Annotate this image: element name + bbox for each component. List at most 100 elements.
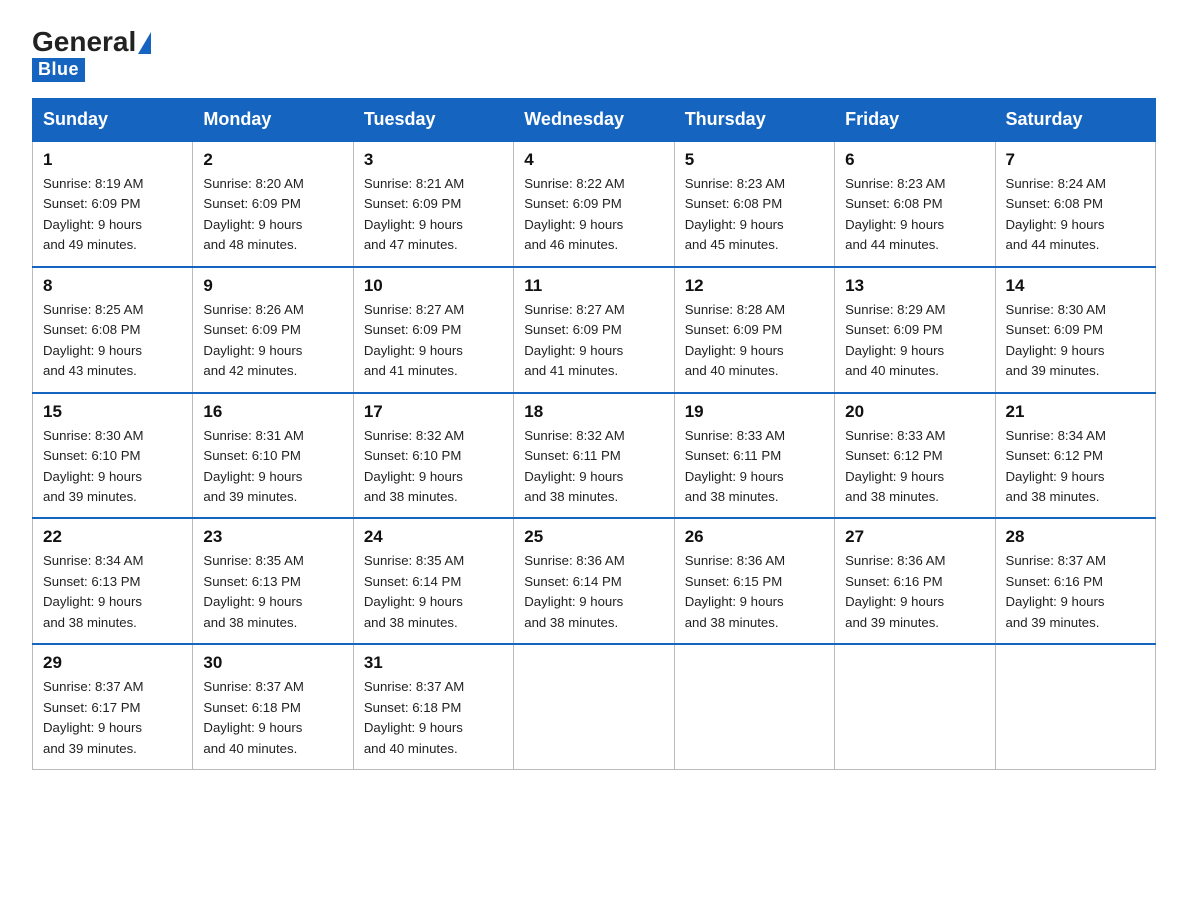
day-number: 30	[203, 653, 342, 673]
day-number: 11	[524, 276, 663, 296]
calendar-table: SundayMondayTuesdayWednesdayThursdayFrid…	[32, 98, 1156, 770]
day-number: 12	[685, 276, 824, 296]
day-info: Sunrise: 8:30 AMSunset: 6:09 PMDaylight:…	[1006, 302, 1106, 378]
day-cell-2: 2 Sunrise: 8:20 AMSunset: 6:09 PMDayligh…	[193, 141, 353, 267]
header-monday: Monday	[193, 99, 353, 142]
day-cell-27: 27 Sunrise: 8:36 AMSunset: 6:16 PMDaylig…	[835, 518, 995, 644]
day-number: 17	[364, 402, 503, 422]
logo-text-general: General	[32, 28, 136, 56]
empty-cell	[674, 644, 834, 769]
day-cell-24: 24 Sunrise: 8:35 AMSunset: 6:14 PMDaylig…	[353, 518, 513, 644]
day-info: Sunrise: 8:35 AMSunset: 6:13 PMDaylight:…	[203, 553, 303, 629]
day-cell-12: 12 Sunrise: 8:28 AMSunset: 6:09 PMDaylig…	[674, 267, 834, 393]
day-number: 18	[524, 402, 663, 422]
week-row-5: 29 Sunrise: 8:37 AMSunset: 6:17 PMDaylig…	[33, 644, 1156, 769]
day-cell-4: 4 Sunrise: 8:22 AMSunset: 6:09 PMDayligh…	[514, 141, 674, 267]
day-number: 22	[43, 527, 182, 547]
empty-cell	[835, 644, 995, 769]
week-row-3: 15 Sunrise: 8:30 AMSunset: 6:10 PMDaylig…	[33, 393, 1156, 519]
day-info: Sunrise: 8:20 AMSunset: 6:09 PMDaylight:…	[203, 176, 303, 252]
day-info: Sunrise: 8:37 AMSunset: 6:18 PMDaylight:…	[364, 679, 464, 755]
header-saturday: Saturday	[995, 99, 1155, 142]
week-row-2: 8 Sunrise: 8:25 AMSunset: 6:08 PMDayligh…	[33, 267, 1156, 393]
day-cell-23: 23 Sunrise: 8:35 AMSunset: 6:13 PMDaylig…	[193, 518, 353, 644]
day-info: Sunrise: 8:36 AMSunset: 6:16 PMDaylight:…	[845, 553, 945, 629]
day-number: 6	[845, 150, 984, 170]
day-cell-9: 9 Sunrise: 8:26 AMSunset: 6:09 PMDayligh…	[193, 267, 353, 393]
day-cell-16: 16 Sunrise: 8:31 AMSunset: 6:10 PMDaylig…	[193, 393, 353, 519]
day-cell-11: 11 Sunrise: 8:27 AMSunset: 6:09 PMDaylig…	[514, 267, 674, 393]
day-number: 29	[43, 653, 182, 673]
logo-icon: General	[32, 28, 151, 56]
day-info: Sunrise: 8:21 AMSunset: 6:09 PMDaylight:…	[364, 176, 464, 252]
day-number: 27	[845, 527, 984, 547]
day-info: Sunrise: 8:37 AMSunset: 6:16 PMDaylight:…	[1006, 553, 1106, 629]
day-number: 9	[203, 276, 342, 296]
day-number: 3	[364, 150, 503, 170]
day-cell-6: 6 Sunrise: 8:23 AMSunset: 6:08 PMDayligh…	[835, 141, 995, 267]
day-cell-26: 26 Sunrise: 8:36 AMSunset: 6:15 PMDaylig…	[674, 518, 834, 644]
day-number: 20	[845, 402, 984, 422]
day-number: 5	[685, 150, 824, 170]
empty-cell	[514, 644, 674, 769]
day-cell-7: 7 Sunrise: 8:24 AMSunset: 6:08 PMDayligh…	[995, 141, 1155, 267]
day-cell-8: 8 Sunrise: 8:25 AMSunset: 6:08 PMDayligh…	[33, 267, 193, 393]
day-info: Sunrise: 8:36 AMSunset: 6:14 PMDaylight:…	[524, 553, 624, 629]
day-info: Sunrise: 8:22 AMSunset: 6:09 PMDaylight:…	[524, 176, 624, 252]
day-cell-17: 17 Sunrise: 8:32 AMSunset: 6:10 PMDaylig…	[353, 393, 513, 519]
day-info: Sunrise: 8:23 AMSunset: 6:08 PMDaylight:…	[845, 176, 945, 252]
day-cell-3: 3 Sunrise: 8:21 AMSunset: 6:09 PMDayligh…	[353, 141, 513, 267]
day-info: Sunrise: 8:35 AMSunset: 6:14 PMDaylight:…	[364, 553, 464, 629]
day-info: Sunrise: 8:32 AMSunset: 6:11 PMDaylight:…	[524, 428, 624, 504]
page-header: General Blue	[32, 24, 1156, 82]
day-number: 14	[1006, 276, 1145, 296]
day-cell-1: 1 Sunrise: 8:19 AMSunset: 6:09 PMDayligh…	[33, 141, 193, 267]
day-cell-10: 10 Sunrise: 8:27 AMSunset: 6:09 PMDaylig…	[353, 267, 513, 393]
day-cell-13: 13 Sunrise: 8:29 AMSunset: 6:09 PMDaylig…	[835, 267, 995, 393]
day-number: 10	[364, 276, 503, 296]
day-number: 21	[1006, 402, 1145, 422]
day-info: Sunrise: 8:19 AMSunset: 6:09 PMDaylight:…	[43, 176, 143, 252]
day-info: Sunrise: 8:30 AMSunset: 6:10 PMDaylight:…	[43, 428, 143, 504]
day-info: Sunrise: 8:25 AMSunset: 6:08 PMDaylight:…	[43, 302, 143, 378]
day-cell-29: 29 Sunrise: 8:37 AMSunset: 6:17 PMDaylig…	[33, 644, 193, 769]
day-info: Sunrise: 8:27 AMSunset: 6:09 PMDaylight:…	[524, 302, 624, 378]
day-number: 23	[203, 527, 342, 547]
day-info: Sunrise: 8:29 AMSunset: 6:09 PMDaylight:…	[845, 302, 945, 378]
day-cell-21: 21 Sunrise: 8:34 AMSunset: 6:12 PMDaylig…	[995, 393, 1155, 519]
day-number: 15	[43, 402, 182, 422]
day-number: 13	[845, 276, 984, 296]
day-cell-28: 28 Sunrise: 8:37 AMSunset: 6:16 PMDaylig…	[995, 518, 1155, 644]
day-info: Sunrise: 8:34 AMSunset: 6:13 PMDaylight:…	[43, 553, 143, 629]
day-cell-14: 14 Sunrise: 8:30 AMSunset: 6:09 PMDaylig…	[995, 267, 1155, 393]
day-number: 1	[43, 150, 182, 170]
logo-text-blue: Blue	[32, 58, 85, 82]
week-row-1: 1 Sunrise: 8:19 AMSunset: 6:09 PMDayligh…	[33, 141, 1156, 267]
header-sunday: Sunday	[33, 99, 193, 142]
day-number: 8	[43, 276, 182, 296]
header-friday: Friday	[835, 99, 995, 142]
day-info: Sunrise: 8:33 AMSunset: 6:11 PMDaylight:…	[685, 428, 785, 504]
day-number: 24	[364, 527, 503, 547]
day-info: Sunrise: 8:23 AMSunset: 6:08 PMDaylight:…	[685, 176, 785, 252]
day-number: 2	[203, 150, 342, 170]
day-number: 25	[524, 527, 663, 547]
day-info: Sunrise: 8:34 AMSunset: 6:12 PMDaylight:…	[1006, 428, 1106, 504]
day-info: Sunrise: 8:31 AMSunset: 6:10 PMDaylight:…	[203, 428, 303, 504]
day-cell-25: 25 Sunrise: 8:36 AMSunset: 6:14 PMDaylig…	[514, 518, 674, 644]
day-number: 26	[685, 527, 824, 547]
logo: General Blue	[32, 28, 151, 82]
logo-triangle-icon	[138, 32, 151, 54]
day-cell-5: 5 Sunrise: 8:23 AMSunset: 6:08 PMDayligh…	[674, 141, 834, 267]
day-info: Sunrise: 8:37 AMSunset: 6:18 PMDaylight:…	[203, 679, 303, 755]
day-number: 19	[685, 402, 824, 422]
day-info: Sunrise: 8:24 AMSunset: 6:08 PMDaylight:…	[1006, 176, 1106, 252]
day-cell-20: 20 Sunrise: 8:33 AMSunset: 6:12 PMDaylig…	[835, 393, 995, 519]
day-number: 31	[364, 653, 503, 673]
day-cell-15: 15 Sunrise: 8:30 AMSunset: 6:10 PMDaylig…	[33, 393, 193, 519]
day-cell-18: 18 Sunrise: 8:32 AMSunset: 6:11 PMDaylig…	[514, 393, 674, 519]
calendar-header-row: SundayMondayTuesdayWednesdayThursdayFrid…	[33, 99, 1156, 142]
day-info: Sunrise: 8:26 AMSunset: 6:09 PMDaylight:…	[203, 302, 303, 378]
day-number: 7	[1006, 150, 1145, 170]
day-number: 4	[524, 150, 663, 170]
